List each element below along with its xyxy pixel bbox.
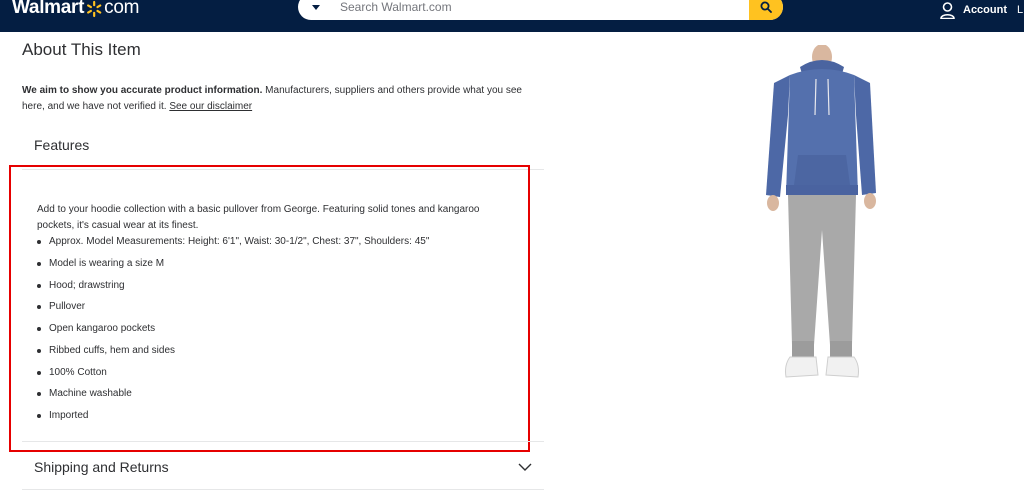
shipping-returns-accordion[interactable]: Shipping and Returns	[22, 452, 544, 482]
caret-down-icon	[312, 4, 320, 10]
list-item: Machine washable	[36, 387, 429, 409]
list-item: Ribbed cuffs, hem and sides	[36, 344, 429, 366]
section-title: About This Item	[22, 40, 141, 59]
features-description: Add to your hoodie collection with a bas…	[37, 204, 480, 231]
list-item: Open kangaroo pockets	[36, 322, 429, 344]
divider	[22, 489, 544, 490]
right-cuff	[830, 341, 852, 357]
right-hand	[864, 193, 876, 209]
search-input[interactable]	[334, 0, 749, 20]
disclaimer-text: We aim to show you accurate product info…	[22, 83, 542, 115]
left-sneaker	[785, 356, 819, 378]
left-hand	[767, 195, 779, 211]
list-item: Pullover	[36, 300, 429, 322]
kangaroo-pocket	[794, 155, 850, 185]
list-item: 100% Cotton	[36, 366, 429, 388]
features-heading[interactable]: Features	[34, 137, 89, 153]
joggers	[788, 195, 856, 345]
walmart-logo[interactable]: Walmart com	[12, 0, 139, 19]
list-item: Hood; drawstring	[36, 279, 429, 301]
list-item: Imported	[36, 409, 429, 431]
logo-suffix: com	[104, 0, 140, 18]
right-sneaker	[825, 356, 859, 378]
features-list: Approx. Model Measurements: Height: 6'1"…	[36, 235, 429, 431]
left-cuff	[792, 341, 814, 357]
account-button[interactable]: Account	[940, 0, 1007, 20]
search-button[interactable]	[749, 0, 783, 20]
disclaimer-link[interactable]: See our disclaimer	[169, 101, 252, 112]
search-icon	[760, 1, 772, 13]
header-overflow-text: L	[1017, 4, 1024, 16]
hoodie-hem	[786, 185, 858, 195]
list-item: Approx. Model Measurements: Height: 6'1"…	[36, 235, 429, 257]
search-bar	[298, 0, 783, 20]
user-icon	[940, 1, 955, 19]
spark-icon	[87, 0, 102, 18]
department-dropdown[interactable]	[298, 0, 334, 20]
site-header: Walmart com Search Walmart.com Account L	[0, 0, 1024, 32]
chevron-down-icon	[518, 463, 532, 471]
divider	[22, 441, 544, 442]
product-image[interactable]	[740, 45, 900, 390]
disclaimer-bold: We aim to show you accurate product info…	[22, 85, 263, 96]
left-sleeve	[766, 75, 790, 197]
list-item: Model is wearing a size M	[36, 257, 429, 279]
shipping-returns-label: Shipping and Returns	[34, 459, 169, 475]
account-label: Account	[963, 4, 1007, 16]
logo-wordmark: Walmart	[12, 0, 85, 18]
